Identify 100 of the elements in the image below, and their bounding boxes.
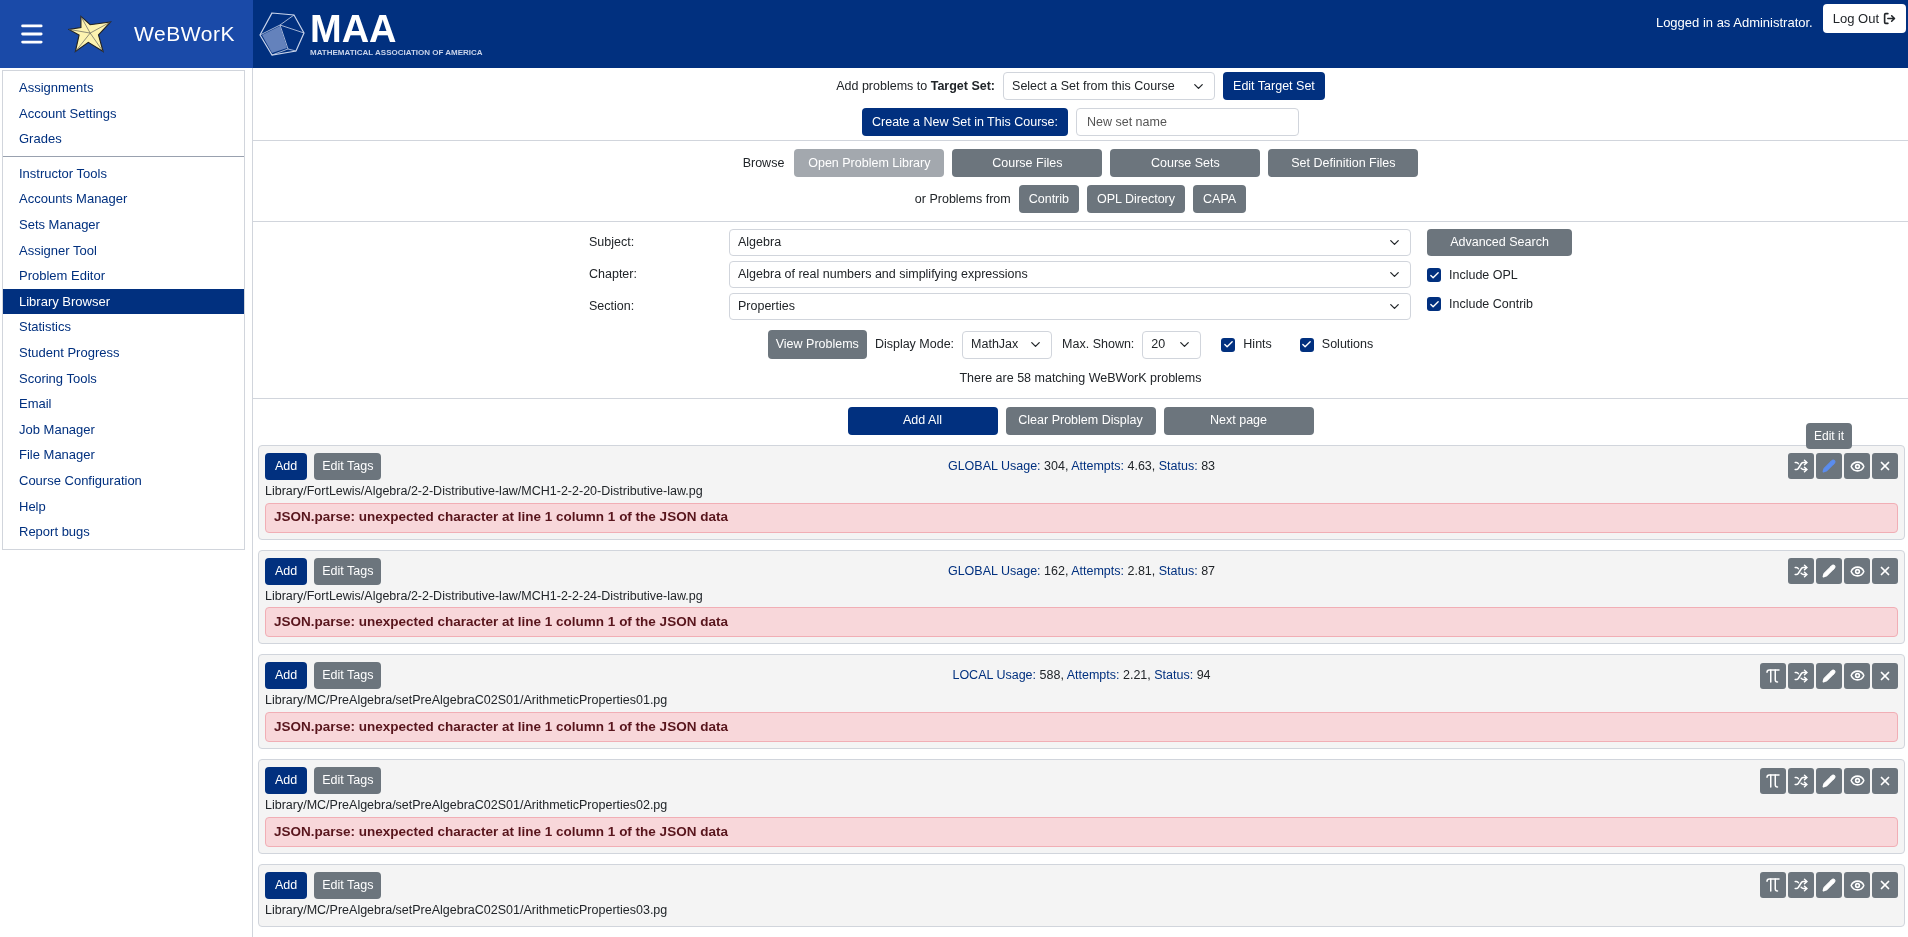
target-set-label: Add problems to Target Set:: [836, 77, 996, 95]
target-set-select[interactable]: Select a Set from this Course: [1003, 72, 1216, 100]
shuffle-icon: [1794, 878, 1808, 893]
pi-button[interactable]: [1760, 662, 1786, 689]
include-label: Include OPL: [1449, 267, 1518, 284]
category-select[interactable]: Algebra of real numbers and simplifying expressions: [729, 261, 1411, 288]
pencil-icon: [1822, 564, 1836, 578]
logout-icon: [1883, 12, 1896, 25]
edit-tags-button[interactable]: Edit Tags: [314, 767, 382, 794]
sidebar-item[interactable]: Assigner Tool: [3, 237, 244, 264]
browse-button[interactable]: Course Sets: [1110, 149, 1261, 177]
problem-path: Library/MC/PreAlgebra/setPreAlgebraC02S01/ArithmeticProperties01.pg: [265, 692, 668, 710]
sidebar-item[interactable]: File Manager: [3, 442, 244, 468]
sidebar-item[interactable]: Accounts Manager: [3, 186, 244, 212]
checkbox[interactable]: [1427, 297, 1441, 312]
sidebar-item[interactable]: Assignments: [3, 75, 244, 101]
remove-button[interactable]: [1872, 558, 1898, 584]
pi-button[interactable]: [1760, 872, 1786, 899]
field-label: Section:: [589, 298, 636, 316]
source-button[interactable]: Contrib: [1018, 185, 1079, 213]
sidebar-item[interactable]: Grades: [3, 126, 244, 152]
max-shown-select[interactable]: 20: [1142, 330, 1202, 359]
org-logo-title: MAA: [310, 10, 398, 48]
logout-button[interactable]: Log Out: [1822, 4, 1906, 33]
shuffle-button[interactable]: [1788, 558, 1814, 584]
edit-tags-button[interactable]: Edit Tags: [314, 557, 382, 585]
remove-button[interactable]: [1872, 872, 1898, 899]
remove-button[interactable]: [1872, 767, 1898, 794]
edit-tags-button[interactable]: Edit Tags: [314, 452, 382, 480]
close-icon: [1878, 564, 1892, 578]
pi-icon: [1764, 666, 1782, 685]
category-select[interactable]: Properties: [729, 293, 1411, 320]
category-select[interactable]: Algebra: [729, 229, 1411, 256]
field-label: Chapter:: [589, 266, 638, 284]
sidebar-item[interactable]: Report bugs: [3, 519, 244, 545]
sidebar-item[interactable]: Course Configuration: [3, 467, 244, 494]
sidebar-item[interactable]: Student Progress: [3, 339, 244, 366]
edit-target-set-button[interactable]: Edit Target Set: [1223, 72, 1325, 100]
source-button[interactable]: OPL Directory: [1087, 185, 1186, 213]
problem-path: Library/MC/PreAlgebra/setPreAlgebraC02S01/ArithmeticProperties02.pg: [265, 797, 668, 814]
usage-stats: GLOBAL Usage: 304, Attempts: 4.63, Status: 83: [947, 457, 1216, 475]
sidebar-item[interactable]: Sets Manager: [3, 211, 244, 238]
tooltip: Edit it: [1806, 423, 1852, 450]
shuffle-button[interactable]: [1788, 872, 1814, 899]
browse-button[interactable]: Set Definition Files: [1268, 149, 1419, 177]
view-button[interactable]: [1844, 453, 1870, 480]
option-label: Solutions: [1321, 336, 1374, 354]
checkbox[interactable]: [1427, 268, 1441, 283]
edit-tags-button[interactable]: Edit Tags: [314, 662, 382, 690]
shuffle-button[interactable]: [1788, 662, 1814, 689]
error-message: JSON.parse: unexpected character at line 1 column 1 of the JSON data: [265, 712, 1898, 742]
sidebar-item[interactable]: Email: [3, 391, 244, 417]
next-page-button[interactable]: Next page: [1163, 406, 1314, 435]
sidebar-item[interactable]: Job Manager: [3, 416, 244, 443]
shuffle-button[interactable]: [1788, 453, 1814, 480]
sidebar-item[interactable]: Statistics: [3, 314, 244, 340]
view-button[interactable]: [1844, 662, 1870, 689]
display-mode-select[interactable]: MathJax: [962, 330, 1053, 359]
remove-button[interactable]: [1872, 453, 1898, 480]
source-button[interactable]: CAPA: [1193, 185, 1247, 213]
advanced-search-button[interactable]: Advanced Search: [1427, 229, 1572, 256]
view-button[interactable]: [1844, 872, 1870, 899]
view-button[interactable]: [1844, 767, 1870, 794]
browse-button[interactable]: Course Files: [952, 149, 1103, 177]
clear-display-button[interactable]: Clear Problem Display: [1005, 406, 1156, 435]
brand-name[interactable]: WeBWorK: [134, 18, 235, 50]
checkbox[interactable]: [1299, 337, 1314, 352]
view-problems-button[interactable]: View Problems: [767, 330, 867, 359]
remove-button[interactable]: [1872, 662, 1898, 689]
create-set-button[interactable]: Create a New Set in This Course:: [862, 108, 1068, 136]
shuffle-button[interactable]: [1788, 767, 1814, 794]
eye-icon: [1849, 773, 1865, 788]
add-button[interactable]: Add: [265, 557, 308, 585]
pencil-icon: [1822, 878, 1836, 893]
sidebar-item[interactable]: Scoring Tools: [3, 365, 244, 392]
eye-icon: [1849, 563, 1865, 579]
sidebar-item[interactable]: Library Browser: [3, 288, 244, 315]
field-label: Subject:: [589, 234, 636, 252]
sidebar-item[interactable]: Account Settings: [3, 100, 244, 127]
edit-button[interactable]: [1816, 872, 1842, 899]
checkbox[interactable]: [1221, 337, 1236, 352]
sidebar-item[interactable]: Help: [3, 493, 244, 520]
edit-button[interactable]: [1816, 558, 1842, 584]
problem-path: Library/MC/PreAlgebra/setPreAlgebraC02S01/ArithmeticProperties03.pg: [265, 901, 668, 919]
view-button[interactable]: [1844, 558, 1870, 584]
pi-button[interactable]: [1760, 767, 1786, 794]
shuffle-icon: [1794, 459, 1808, 474]
eye-icon: [1849, 877, 1865, 893]
sidebar-item[interactable]: Problem Editor: [3, 263, 244, 289]
add-button[interactable]: Add: [265, 871, 308, 899]
add-button[interactable]: Add: [265, 662, 308, 690]
add-button[interactable]: Add: [265, 767, 308, 794]
sidebar-item[interactable]: Instructor Tools: [3, 160, 244, 187]
edit-button[interactable]: [1816, 453, 1842, 480]
edit-tags-button[interactable]: Edit Tags: [314, 871, 382, 899]
edit-button[interactable]: [1816, 767, 1842, 794]
add-button[interactable]: Add: [265, 452, 308, 480]
add-all-button[interactable]: Add All: [847, 406, 998, 435]
edit-button[interactable]: [1816, 662, 1842, 689]
new-set-name-field[interactable]: New set name: [1076, 108, 1299, 136]
